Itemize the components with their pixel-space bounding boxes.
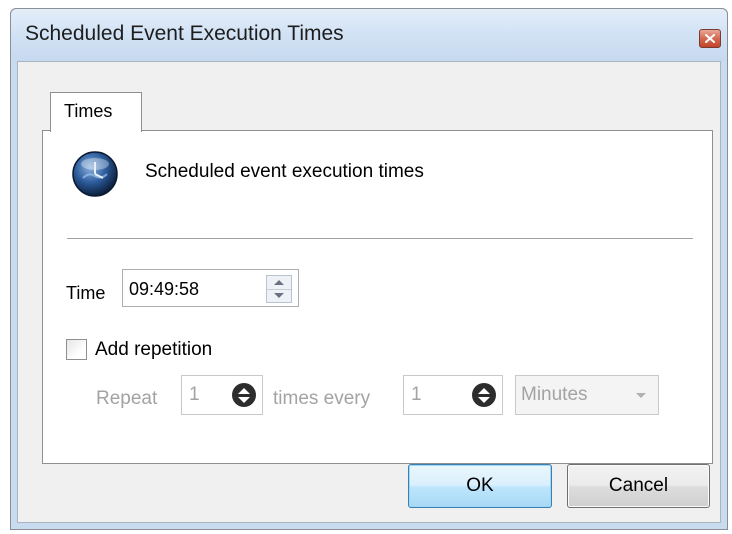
- repeat-count-spinner[interactable]: [232, 383, 256, 407]
- time-spinner[interactable]: [266, 275, 292, 303]
- close-icon: [705, 34, 715, 43]
- interval-unit-select[interactable]: Minutes: [515, 375, 659, 415]
- time-spin-up-button[interactable]: [267, 276, 291, 290]
- repeat-label: Repeat: [96, 388, 158, 409]
- time-spin-down-button[interactable]: [267, 289, 291, 302]
- arrow-up-icon: [478, 387, 490, 394]
- divider: [67, 238, 693, 240]
- tab-times[interactable]: Times: [50, 92, 142, 132]
- globe-clock-icon: [72, 151, 118, 197]
- cancel-button[interactable]: Cancel: [567, 464, 710, 508]
- close-button[interactable]: [699, 29, 721, 48]
- arrow-up-icon: [274, 280, 284, 285]
- interval-spinner[interactable]: [472, 383, 496, 407]
- tab-times-label: Times: [64, 101, 113, 121]
- add-repetition-checkbox[interactable]: [66, 339, 87, 360]
- interval-value: 1: [411, 384, 422, 405]
- arrow-down-icon: [274, 293, 284, 298]
- add-repetition-label[interactable]: Add repetition: [95, 339, 212, 361]
- title-bar[interactable]: Scheduled Event Execution Times: [11, 9, 727, 61]
- arrow-down-icon: [478, 396, 490, 403]
- repeat-count-input[interactable]: 1: [181, 375, 263, 415]
- header-text: Scheduled event execution times: [145, 161, 424, 182]
- arrow-up-icon: [238, 387, 250, 394]
- dialog-window: Scheduled Event Execution Times Times Sc…: [10, 8, 728, 530]
- time-input[interactable]: 09:49:58: [122, 269, 299, 307]
- dialog-client-area: Times Scheduled event execution times Ti…: [17, 61, 721, 523]
- ok-button[interactable]: OK: [408, 464, 552, 508]
- repeat-count-value: 1: [189, 384, 200, 405]
- times-every-label: times every: [273, 388, 371, 409]
- time-label: Time: [66, 283, 106, 303]
- interval-unit-value: Minutes: [521, 384, 588, 405]
- window-title: Scheduled Event Execution Times: [25, 22, 344, 45]
- time-value: 09:49:58: [129, 279, 200, 299]
- arrow-down-icon: [238, 396, 250, 403]
- chevron-down-icon: [636, 393, 646, 398]
- tab-panel: Scheduled event execution times Time 09:…: [42, 130, 713, 464]
- interval-input[interactable]: 1: [403, 375, 503, 415]
